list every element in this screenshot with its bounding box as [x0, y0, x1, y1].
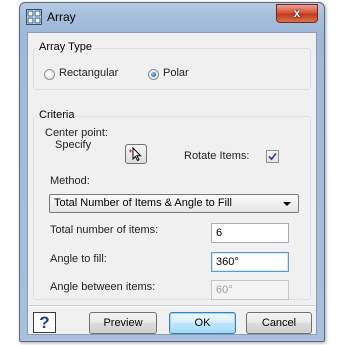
title-bar[interactable]: Array x — [20, 3, 324, 31]
method-select[interactable]: Total Number of Items & Angle to Fill — [49, 194, 299, 213]
close-icon: x — [293, 6, 301, 20]
method-label: Method: — [50, 175, 90, 187]
rotate-items-label: Rotate Items: — [184, 150, 250, 162]
radio-selected-dot — [151, 72, 156, 77]
center-point-label: Center point: — [45, 127, 108, 139]
array-dialog: Array x Array Type Rectangular Polar Cri… — [19, 2, 325, 342]
window-title: Array — [47, 10, 76, 24]
angle-fill-label: Angle to fill: — [50, 253, 107, 265]
array-grid-icon — [26, 9, 42, 25]
rectangular-label[interactable]: Rectangular — [59, 67, 118, 79]
help-button[interactable]: ? — [33, 312, 56, 333]
bottom-separator — [29, 305, 315, 307]
total-items-field[interactable]: 6 — [211, 223, 289, 243]
preview-button[interactable]: Preview — [89, 312, 157, 334]
rotate-items-checkbox[interactable] — [266, 150, 279, 163]
dialog-body: Array Type Rectangular Polar Criteria Ce… — [27, 32, 317, 335]
radio-polar[interactable] — [148, 69, 159, 80]
method-select-value: Total Number of Items & Angle to Fill — [54, 197, 232, 209]
array-type-label: Array Type — [37, 41, 94, 53]
specify-label: Specify — [55, 139, 92, 151]
chevron-down-icon — [283, 202, 291, 206]
pick-center-point-button[interactable] — [125, 144, 147, 164]
cancel-button[interactable]: Cancel — [246, 312, 312, 334]
radio-rectangular[interactable] — [44, 69, 55, 80]
cursor-pick-icon — [129, 146, 142, 162]
total-items-label: Total number of items: — [50, 224, 159, 236]
angle-fill-field[interactable]: 360° — [211, 252, 289, 272]
polar-label[interactable]: Polar — [163, 67, 189, 79]
angle-between-label: Angle between items: — [50, 281, 156, 293]
checkmark-icon — [268, 152, 277, 161]
ok-button[interactable]: OK — [169, 312, 236, 334]
close-button[interactable]: x — [276, 4, 318, 23]
criteria-label: Criteria — [37, 109, 77, 121]
angle-between-field: 60° — [211, 280, 289, 300]
